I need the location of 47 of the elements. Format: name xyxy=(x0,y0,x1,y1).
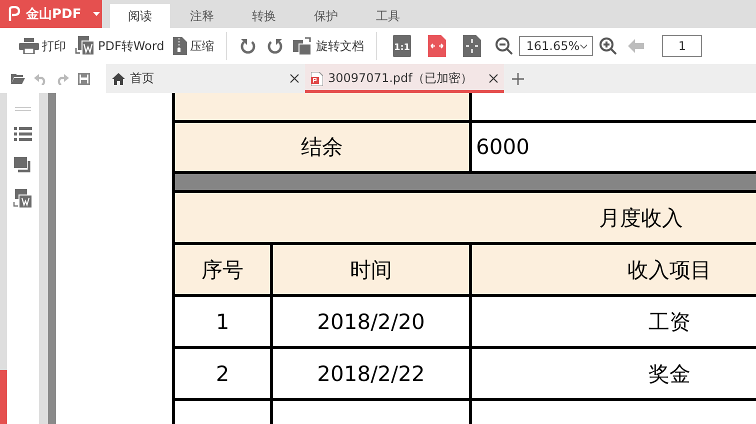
table-cell: 2 xyxy=(174,348,272,400)
plus-icon[interactable] xyxy=(512,72,524,84)
rotate-document-icon xyxy=(293,37,314,55)
close-icon[interactable] xyxy=(489,74,498,83)
home-icon xyxy=(112,72,125,84)
pdf-to-word-icon xyxy=(75,36,95,56)
toolbar-button[interactable]: 压缩 xyxy=(169,33,218,59)
caret-icon xyxy=(93,12,100,16)
summary-label: 结余 xyxy=(174,122,470,172)
app-menu-button[interactable]: 金山PDF xyxy=(0,0,102,28)
toolbar-button[interactable]: 打印 xyxy=(15,33,70,59)
menu-tab[interactable]: 保护 xyxy=(296,4,356,28)
drag-handle-icon xyxy=(15,107,31,111)
toolbar-button[interactable]: 旋转文档 xyxy=(289,33,368,59)
document-tab[interactable]: 首页 xyxy=(106,64,305,93)
column-header: 收入项目 xyxy=(470,244,756,296)
column-header: 序号 xyxy=(174,244,272,296)
toolbar-button[interactable]: PDF转Word xyxy=(71,33,168,59)
pdf-to-word-icon[interactable] xyxy=(13,189,33,209)
logo-icon xyxy=(7,6,21,22)
table-cell: 2018/2/20 xyxy=(272,296,470,348)
printer-icon xyxy=(19,38,39,54)
folder-icon[interactable] xyxy=(11,73,25,84)
table-cell: 1 xyxy=(174,296,272,348)
menu-tab[interactable]: 工具 xyxy=(358,4,418,28)
summary-value: 6000 xyxy=(470,122,756,172)
section-title: 月度收入 xyxy=(174,192,756,244)
pages-icon[interactable] xyxy=(14,157,32,173)
menu-tab[interactable]: 阅读 xyxy=(110,4,170,28)
actual-size-button[interactable]: 1:1 xyxy=(385,33,420,59)
document-tab[interactable]: 30097071.pdf（已加密） xyxy=(305,64,504,93)
chevron-down-icon xyxy=(580,44,588,48)
table-cell: 2018/2/22 xyxy=(272,348,470,400)
rotate-right-icon[interactable] xyxy=(267,38,284,54)
menu-tab[interactable]: 注释 xyxy=(172,4,232,28)
list-icon[interactable] xyxy=(14,127,32,141)
zoom-dropdown[interactable]: 161.65% xyxy=(519,36,594,56)
pdf-file-icon xyxy=(311,72,323,86)
zoom-out-icon[interactable] xyxy=(495,37,514,55)
menu-tab[interactable]: 转换 xyxy=(234,4,294,28)
column-header: 时间 xyxy=(272,244,470,296)
page-number-field[interactable]: 1 xyxy=(662,35,702,57)
save-icon[interactable] xyxy=(78,72,90,84)
close-icon[interactable] xyxy=(290,74,299,83)
zoom-in-icon[interactable] xyxy=(599,37,618,55)
zip-file-icon xyxy=(173,37,188,55)
rotate-left-icon[interactable] xyxy=(240,38,256,54)
